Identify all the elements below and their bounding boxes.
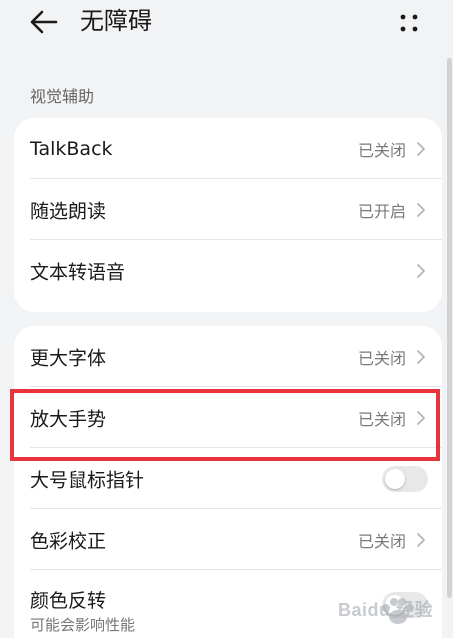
setting-row-talkback[interactable]: TalkBack 已关闭: [14, 118, 442, 179]
setting-label: 色彩校正: [30, 530, 107, 552]
chevron-right-icon: [417, 532, 425, 547]
setting-label: TalkBack: [30, 137, 113, 160]
setting-label: 大号鼠标指针: [30, 469, 145, 491]
large-pointer-toggle[interactable]: [382, 465, 428, 492]
scrollbar[interactable]: [447, 58, 452, 598]
vision-settings-card: TalkBack 已关闭 随选朗读 已开启 文本转语音: [14, 118, 442, 312]
setting-row-larger-font[interactable]: 更大字体 已关闭: [14, 326, 442, 387]
section-label-vision: 视觉辅助: [30, 87, 95, 106]
setting-status: 已关闭: [357, 348, 406, 368]
setting-label: 随选朗读: [30, 200, 107, 222]
setting-row-text-to-speech[interactable]: 文本转语音: [14, 240, 442, 301]
page-title: 无障碍: [80, 7, 152, 35]
setting-row-color-correction[interactable]: 色彩校正 已关闭: [14, 509, 442, 570]
app-header: 无障碍: [0, 0, 453, 48]
setting-status: 已关闭: [357, 531, 406, 551]
watermark-text: Baidu 经验: [338, 600, 434, 620]
setting-sublabel: 可能会影响性能: [30, 616, 136, 634]
setting-status: 已关闭: [357, 140, 406, 160]
more-dots-icon[interactable]: [394, 8, 424, 38]
highlight-annotation-box: [10, 389, 440, 461]
setting-status: 已开启: [357, 201, 406, 221]
setting-label: 更大字体: [30, 347, 107, 369]
setting-label: 文本转语音: [30, 261, 126, 283]
chevron-right-icon: [417, 263, 425, 278]
setting-label: 颜色反转: [30, 590, 107, 612]
toggle-knob: [385, 468, 405, 489]
chevron-right-icon: [417, 202, 425, 217]
chevron-right-icon: [417, 141, 425, 156]
setting-row-select-to-speak[interactable]: 随选朗读 已开启: [14, 179, 442, 240]
chevron-right-icon: [417, 349, 425, 364]
baidu-watermark: Baidu 经验: [322, 590, 434, 630]
back-arrow-icon[interactable]: [26, 6, 62, 38]
